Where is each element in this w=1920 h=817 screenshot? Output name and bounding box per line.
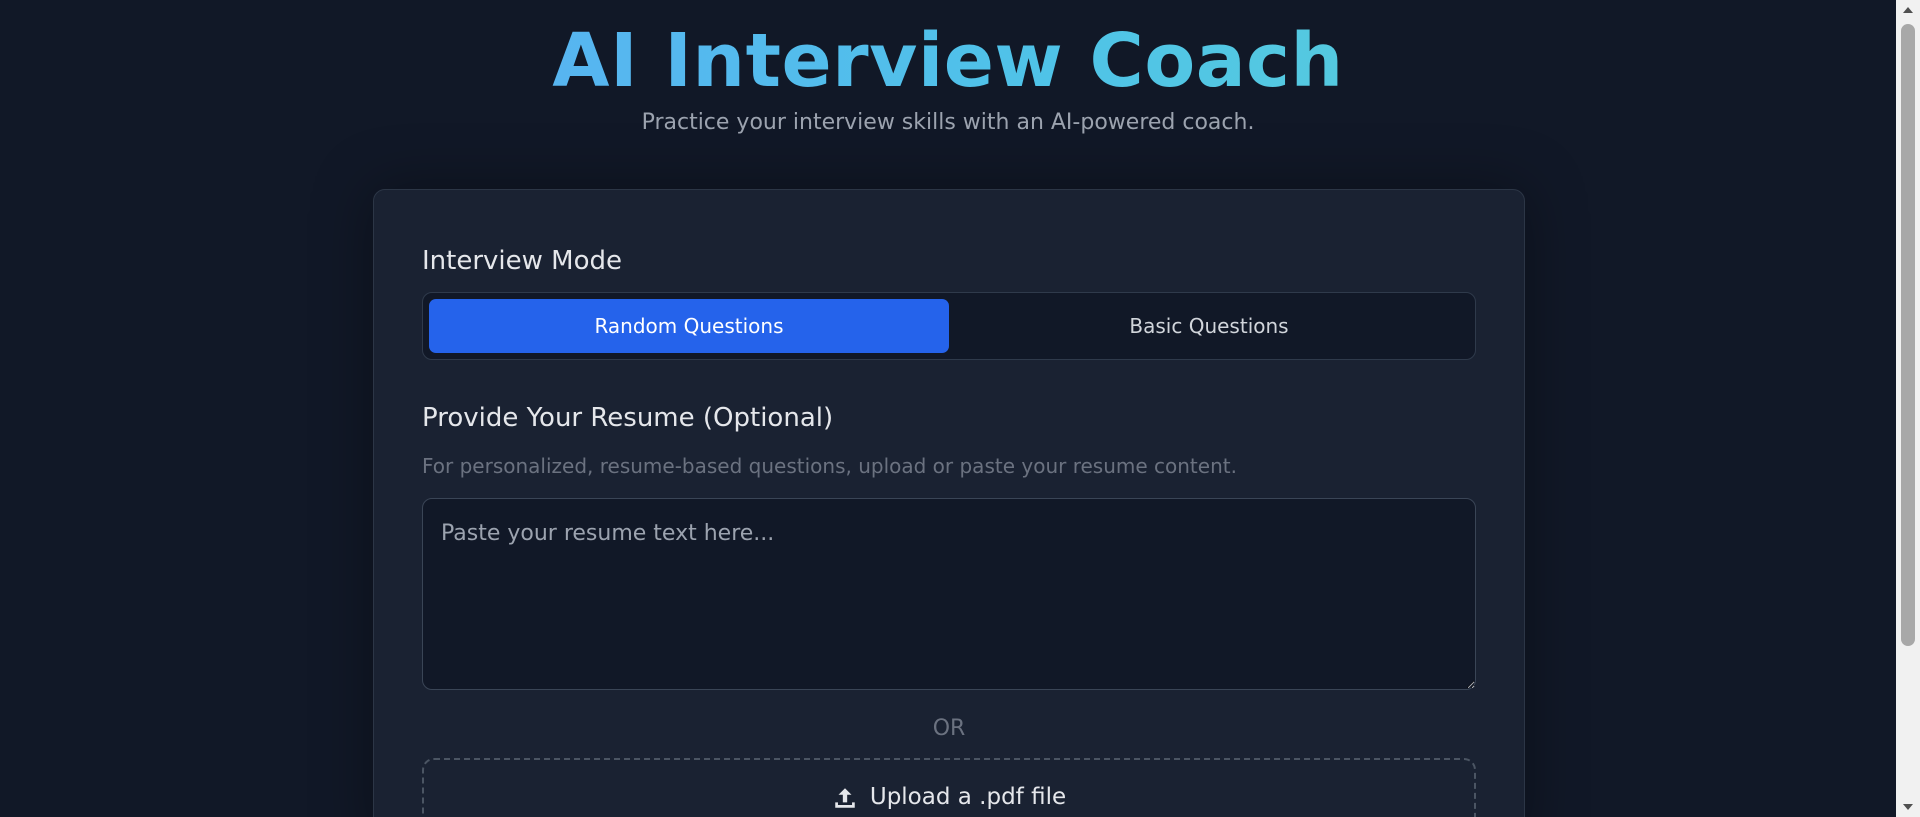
scroll-up-arrow-icon[interactable] — [1903, 7, 1913, 13]
page-title: AI Interview Coach — [0, 20, 1896, 102]
scroll-thumb[interactable] — [1901, 24, 1915, 646]
page: AI Interview Coach Practice your intervi… — [0, 0, 1920, 817]
upload-pdf-button[interactable]: Upload a .pdf file — [422, 758, 1476, 817]
resume-hint: For personalized, resume-based questions… — [422, 454, 1237, 478]
scroll-down-arrow-icon[interactable] — [1903, 804, 1913, 810]
setup-card: Interview Mode Random Questions Basic Qu… — [373, 189, 1525, 817]
or-separator: OR — [932, 716, 966, 741]
upload-label: Upload a .pdf file — [869, 784, 1067, 810]
interview-mode-toggle: Random Questions Basic Questions — [422, 292, 1476, 360]
random-questions-button[interactable]: Random Questions — [429, 299, 949, 353]
page-scrollbar[interactable] — [1896, 0, 1920, 817]
page-subtitle: Practice your interview skills with an A… — [641, 110, 1255, 135]
resume-textarea[interactable] — [422, 498, 1476, 690]
upload-icon — [832, 785, 858, 811]
interview-mode-heading: Interview Mode — [422, 246, 623, 276]
basic-questions-button[interactable]: Basic Questions — [949, 299, 1469, 353]
resume-heading: Provide Your Resume (Optional) — [422, 403, 834, 433]
